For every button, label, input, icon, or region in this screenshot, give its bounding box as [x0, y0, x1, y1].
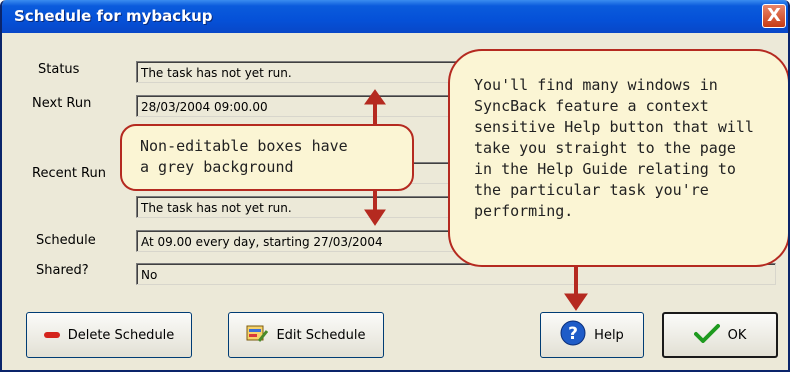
callout-left-line: a grey background	[140, 158, 294, 176]
callout-right-line: the particular task you're	[474, 181, 709, 199]
schedule-dialog: Schedule for mybackup X Status The task …	[0, 0, 790, 372]
callout-right-line: in the Help Guide relating to	[474, 160, 736, 178]
callout-right-line: sensitive Help button that will	[474, 118, 754, 136]
callout-noneditable: Non-editable boxes have a grey backgroun…	[120, 124, 414, 191]
callout-right-line: You'll find many windows in	[474, 76, 718, 94]
arrow-down-head	[364, 209, 386, 226]
arrow-up-head	[364, 89, 386, 105]
callout-right-line: take you straight to the page	[474, 139, 736, 157]
callout-help-button: You'll find many windows in SyncBack fea…	[448, 49, 788, 267]
arrow-help-head	[564, 293, 588, 311]
callout-left-line: Non-editable boxes have	[140, 137, 348, 155]
callout-right-line: SyncBack feature a context	[474, 97, 709, 115]
callout-right-line: performing.	[474, 202, 574, 220]
